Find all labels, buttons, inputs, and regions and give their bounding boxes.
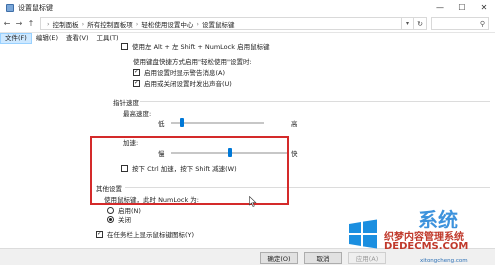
up-arrow-icon[interactable]: ↑	[26, 17, 36, 31]
max-speed-high-label: 高	[291, 120, 298, 128]
breadcrumb-all-items[interactable]: 所有控制面板项	[87, 19, 133, 29]
watermark-domain: DEDECMS.COM	[384, 241, 469, 252]
warning-message-label: 启用设置时显示警告消息(A)	[144, 69, 226, 77]
forward-arrow-icon[interactable]: →	[14, 17, 24, 31]
menu-file[interactable]: 文件(F)	[0, 33, 32, 44]
taskbar-icon-row[interactable]: ✓ 在任务栏上显示鼠标键图标(Y)	[96, 229, 194, 239]
numlock-off-row[interactable]: 关闭	[107, 214, 131, 224]
taskbar-icon-checkbox[interactable]: ✓	[96, 230, 103, 238]
menu-view[interactable]: 查看(V)	[62, 33, 93, 44]
mouse-keys-app-icon	[6, 3, 14, 12]
breadcrumb-mouse-keys[interactable]: 设置鼠标键	[202, 19, 235, 29]
menu-tools[interactable]: 工具(T)	[93, 33, 123, 44]
search-input[interactable]: ⚲	[431, 17, 489, 30]
refresh-icon[interactable]: ↻	[414, 17, 427, 30]
windows-logo-watermark-icon	[349, 219, 377, 249]
section-divider	[140, 101, 490, 102]
warning-message-checkbox[interactable]: ✓	[133, 68, 140, 76]
sound-label: 启用或关闭设置时发出声音(U)	[144, 80, 232, 88]
when-using-label: 使用键盘快捷方式启用"轻松使用"设置时:	[133, 58, 252, 66]
window-title: 设置鼠标键	[18, 3, 53, 12]
pointer-speed-heading: 指针速度	[113, 99, 139, 107]
enable-shortcut-label: 使用左 Alt + 左 Shift + NumLock 启用鼠标键	[132, 43, 270, 51]
menu-edit[interactable]: 编辑(E)	[32, 33, 62, 44]
max-speed-low-label: 低	[158, 120, 165, 128]
breadcrumb-separator-icon: ›	[196, 19, 199, 28]
warning-message-row[interactable]: ✓ 启用设置时显示警告消息(A)	[133, 67, 225, 77]
breadcrumb-separator-icon: ›	[47, 19, 50, 28]
watermark-url: xitongcheng.com	[420, 258, 468, 264]
ok-button[interactable]: 确定(O)	[260, 252, 298, 264]
sound-checkbox[interactable]: ✓	[133, 79, 140, 87]
title-bar: 设置鼠标键 — ☐ ✕	[0, 0, 495, 15]
search-icon: ⚲	[479, 19, 485, 28]
acceleration-fast-label: 快	[291, 150, 298, 158]
minimize-button[interactable]: —	[429, 0, 451, 15]
enable-shortcut-row[interactable]: 使用左 Alt + 左 Shift + NumLock 启用鼠标键	[121, 41, 270, 51]
max-speed-slider-track[interactable]	[171, 122, 264, 124]
breadcrumb-separator-icon: ›	[135, 19, 139, 28]
window-controls: — ☐ ✕	[429, 0, 495, 15]
taskbar-icon-label: 在任务栏上显示鼠标键图标(Y)	[107, 231, 195, 239]
sound-row[interactable]: ✓ 启用或关闭设置时发出声音(U)	[133, 78, 232, 88]
breadcrumb-control-panel[interactable]: 控制面板	[53, 19, 79, 29]
max-speed-slider-thumb[interactable]	[180, 118, 185, 127]
address-dropdown-icon[interactable]: ▾	[402, 17, 414, 30]
breadcrumb-ease-of-access[interactable]: 轻松使用设置中心	[141, 19, 193, 29]
close-button[interactable]: ✕	[473, 0, 495, 15]
mouse-cursor-icon	[249, 196, 257, 207]
back-arrow-icon[interactable]: ←	[2, 17, 12, 31]
numlock-off-radio[interactable]	[107, 215, 114, 223]
numlock-on-radio[interactable]	[107, 206, 114, 214]
breadcrumb-separator-icon: ›	[81, 19, 85, 28]
cancel-button[interactable]: 取消	[304, 252, 342, 264]
maximize-button[interactable]: ☐	[451, 0, 473, 15]
highlight-box	[90, 136, 289, 205]
when-using-text: 使用键盘快捷方式启用"轻松使用"设置时:	[133, 56, 252, 66]
breadcrumb[interactable]: › 控制面板 › 所有控制面板项 › 轻松使用设置中心 › 设置鼠标键	[40, 17, 402, 30]
max-speed-label: 最高速度:	[123, 110, 152, 118]
numlock-off-label: 关闭	[118, 216, 131, 224]
address-bar: ← → ↑ › 控制面板 › 所有控制面板项 › 轻松使用设置中心 › 设置鼠标…	[0, 15, 495, 33]
enable-shortcut-checkbox[interactable]	[121, 42, 128, 50]
